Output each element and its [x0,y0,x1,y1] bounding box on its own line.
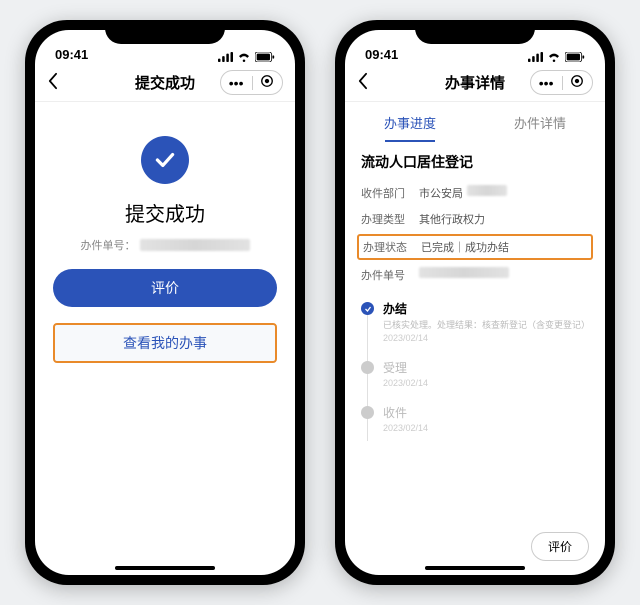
status-icons [218,52,275,62]
view-my-tasks-button[interactable]: 查看我的办事 [53,323,277,363]
service-title: 流动人口居住登记 [361,152,589,172]
status-time: 09:41 [55,47,88,62]
dot-icon [361,361,374,374]
status-time: 09:41 [365,47,398,62]
step-title: 受理 [383,359,589,376]
back-icon[interactable] [357,72,368,94]
timeline-step-receive: 收件 2023/02/14 [383,404,589,449]
label: 收件部门 [361,185,419,201]
tab-progress[interactable]: 办事进度 [345,102,475,142]
battery-icon [255,52,275,62]
success-title: 提交成功 [125,198,205,227]
wifi-icon [547,52,561,62]
timeline-step-complete: 办结 已核实处理。处理结果：核查新登记（含变更登记） 2023/02/14 [383,300,589,359]
notch [105,20,225,44]
step-desc: 已核实处理。处理结果：核查新登记（含变更登记） [383,319,589,332]
success-check-icon [141,136,189,184]
nav-bar: 办事详情 ••• [345,64,605,102]
notch [415,20,535,44]
miniprogram-capsule[interactable]: ••• [220,70,283,95]
label: 办理状态 [363,239,421,255]
phone-frame-right: 09:41 办事详情 ••• 办事进度 办件详情 [335,20,615,585]
case-number-label: 办件单号： [81,237,136,253]
success-content: 提交成功 办件单号： 评价 查看我的办事 [35,102,295,575]
step-date: 2023/02/14 [383,333,589,343]
tab-detail[interactable]: 办件详情 [475,102,605,142]
target-icon[interactable] [570,74,584,91]
page-title: 办事详情 [445,72,505,93]
capsule-divider [562,76,563,90]
battery-icon [565,52,585,62]
phone-frame-left: 09:41 提交成功 ••• 提交成功 [25,20,305,585]
case-number-row: 办件单号： [81,237,250,253]
detail-content: 办事进度 办件详情 流动人口居住登记 收件部门 市公安局 办理类型 其他行政权力… [345,102,605,575]
evaluate-button[interactable]: 评价 [53,269,277,307]
value-redacted [467,185,507,196]
miniprogram-capsule[interactable]: ••• [530,70,593,95]
back-icon[interactable] [47,72,58,94]
status-icons [528,52,585,62]
value: 已完成｜成功办结 [421,239,509,255]
step-date: 2023/02/14 [383,423,589,433]
step-title: 收件 [383,404,589,421]
more-icon[interactable]: ••• [229,75,244,91]
home-indicator[interactable] [115,566,215,570]
dot-icon [361,406,374,419]
label: 办理类型 [361,211,419,227]
nav-bar: 提交成功 ••• [35,64,295,102]
more-icon[interactable]: ••• [539,75,554,91]
signal-icon [528,52,543,62]
screen: 09:41 办事详情 ••• 办事进度 办件详情 [345,30,605,575]
case-info: 流动人口居住登记 收件部门 市公安局 办理类型 其他行政权力 办理状态 已完成｜… [345,142,605,453]
tabs: 办事进度 办件详情 [345,102,605,142]
evaluate-button[interactable]: 评价 [531,532,589,561]
row-status-highlight: 办理状态 已完成｜成功办结 [357,234,593,260]
timeline-step-accept: 受理 2023/02/14 [383,359,589,404]
check-icon [361,302,374,315]
wifi-icon [237,52,251,62]
home-indicator[interactable] [425,566,525,570]
capsule-divider [252,76,253,90]
page-title: 提交成功 [135,72,195,93]
step-title: 办结 [383,300,589,317]
case-number-redacted [140,239,250,251]
row-case-number: 办件单号 [361,262,589,288]
timeline: 办结 已核实处理。处理结果：核查新登记（含变更登记） 2023/02/14 受理… [361,300,589,449]
value: 市公安局 [419,185,463,201]
signal-icon [218,52,233,62]
step-date: 2023/02/14 [383,378,589,388]
label: 办件单号 [361,267,419,283]
value-redacted [419,267,509,278]
row-type: 办理类型 其他行政权力 [361,206,589,232]
screen: 09:41 提交成功 ••• 提交成功 [35,30,295,575]
target-icon[interactable] [260,74,274,91]
row-department: 收件部门 市公安局 [361,180,589,206]
value: 其他行政权力 [419,211,485,227]
